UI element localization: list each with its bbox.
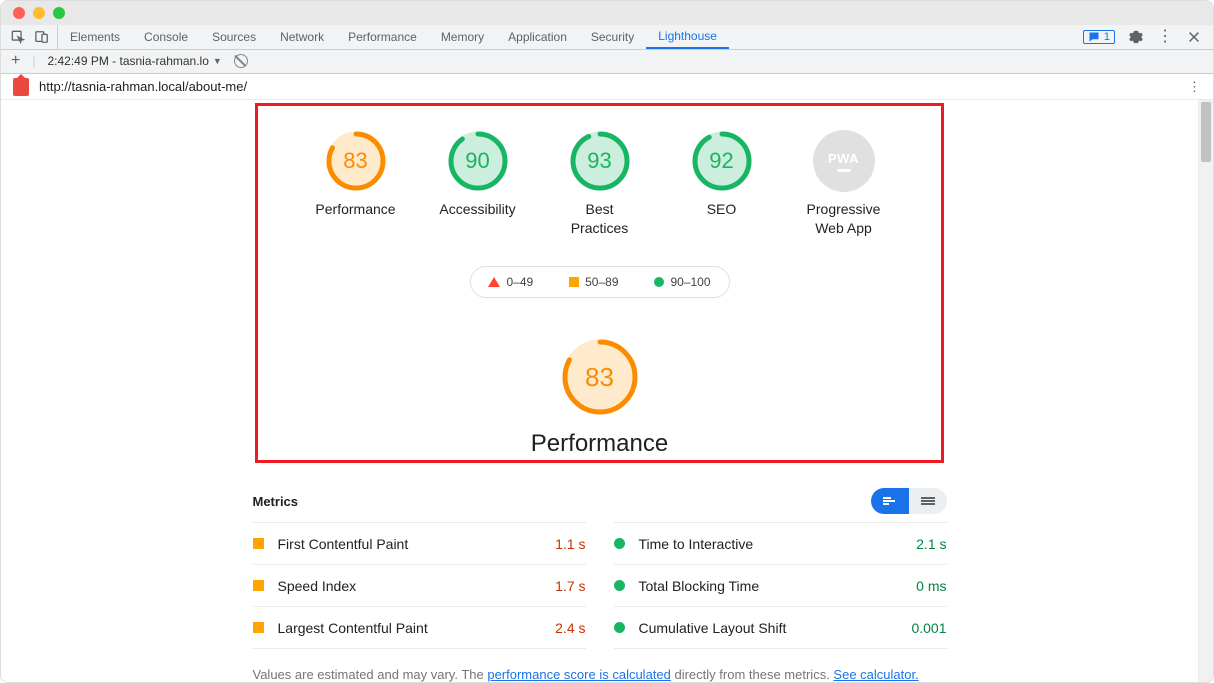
metric-value: 2.4 s	[555, 620, 585, 636]
metrics-footnote: Values are estimated and may vary. The p…	[253, 667, 947, 682]
gauge-label: BestPractices	[571, 200, 629, 238]
metric-row: Total Blocking Time 0 ms	[614, 564, 947, 606]
gauge-label: SEO	[707, 200, 737, 219]
devtools-tab-application[interactable]: Application	[496, 25, 579, 49]
issues-count: 1	[1104, 31, 1110, 43]
new-report-button[interactable]: +	[11, 52, 20, 70]
gauge-best-practices[interactable]: 93 BestPractices	[558, 130, 642, 238]
metric-name: Largest Contentful Paint	[278, 620, 556, 636]
devtools-tab-memory[interactable]: Memory	[429, 25, 496, 49]
lighthouse-report: 83 Performance 90 Accessibility 93 BestP…	[1, 100, 1198, 682]
devtools-tab-lighthouse[interactable]: Lighthouse	[646, 25, 729, 49]
circle-icon	[654, 277, 664, 287]
inspect-element-icon[interactable]	[11, 30, 25, 44]
see-calculator-link[interactable]: See calculator.	[833, 667, 918, 682]
clear-report-icon[interactable]	[234, 54, 248, 68]
metric-value: 1.7 s	[555, 578, 585, 594]
report-selector[interactable]: 2:42:49 PM - tasnia-rahman.lo ▼	[47, 54, 221, 68]
legend-pass: 90–100	[654, 275, 710, 289]
report-selector-label: 2:42:49 PM - tasnia-rahman.lo	[47, 54, 208, 68]
gauge-performance[interactable]: 83 Performance	[314, 130, 398, 238]
window-zoom-icon[interactable]	[53, 7, 65, 19]
metric-value: 0 ms	[916, 578, 946, 594]
metric-name: Cumulative Layout Shift	[639, 620, 912, 636]
devtools-tab-list: ElementsConsoleSourcesNetworkPerformance…	[58, 25, 729, 49]
status-indicator-icon	[614, 622, 625, 633]
view-toggle-collapsed[interactable]	[871, 488, 909, 514]
devtools-tab-console[interactable]: Console	[132, 25, 200, 49]
metric-row: First Contentful Paint 1.1 s	[253, 522, 586, 564]
issues-badge[interactable]: 1	[1083, 30, 1115, 44]
view-toggle-expanded[interactable]	[909, 488, 947, 514]
close-devtools-icon[interactable]	[1187, 30, 1201, 44]
metrics-heading: Metrics	[253, 494, 299, 509]
window-titlebar	[1, 1, 1213, 25]
metrics-column-left: First Contentful Paint 1.1 s Speed Index…	[253, 522, 586, 649]
square-icon	[569, 277, 579, 287]
status-indicator-icon	[614, 580, 625, 591]
window-minimize-icon[interactable]	[33, 7, 45, 19]
score-calc-link[interactable]: performance score is calculated	[487, 667, 671, 682]
message-icon	[1088, 31, 1100, 43]
performance-category-header: 83 Performance	[1, 338, 1198, 458]
lines-icon	[920, 496, 936, 506]
gauge-ring: 93	[569, 130, 631, 192]
kebab-menu-icon[interactable]: ⋮	[1157, 30, 1173, 44]
status-indicator-icon	[253, 580, 264, 591]
devtools-tab-performance[interactable]: Performance	[336, 25, 429, 49]
gauge-label: Performance	[315, 200, 395, 219]
gauge-accessibility[interactable]: 90 Accessibility	[436, 130, 520, 238]
bars-icon	[882, 496, 898, 506]
metrics-column-right: Time to Interactive 2.1 s Total Blocking…	[614, 522, 947, 649]
lighthouse-logo-icon	[13, 78, 29, 96]
gauge-label: Progressive Web App	[807, 200, 881, 238]
metrics-view-toggle	[871, 488, 947, 514]
metric-row: Time to Interactive 2.1 s	[614, 522, 947, 564]
devtools-tab-network[interactable]: Network	[268, 25, 336, 49]
settings-gear-icon[interactable]	[1129, 30, 1143, 44]
metric-row: Cumulative Layout Shift 0.001	[614, 606, 947, 648]
chevron-down-icon: ▼	[213, 56, 222, 66]
gauge-pwa[interactable]: PWA Progressive Web App	[802, 130, 886, 238]
status-indicator-icon	[253, 622, 264, 633]
scrollbar-thumb[interactable]	[1201, 102, 1211, 162]
devtools-tab-security[interactable]: Security	[579, 25, 646, 49]
metric-name: Speed Index	[278, 578, 556, 594]
devtools-tab-elements[interactable]: Elements	[58, 25, 132, 49]
metric-row: Largest Contentful Paint 2.4 s	[253, 606, 586, 648]
score-legend: 0–49 50–89 90–100	[470, 266, 730, 298]
devtools-tab-sources[interactable]: Sources	[200, 25, 268, 49]
legend-fail: 0–49	[488, 275, 533, 289]
gauge-ring: 92	[691, 130, 753, 192]
vertical-scrollbar[interactable]	[1198, 100, 1213, 682]
report-url-bar: http://tasnia-rahman.local/about-me/ ⋮	[1, 74, 1213, 100]
performance-big-gauge: 83	[561, 338, 639, 416]
legend-average: 50–89	[569, 275, 618, 289]
report-menu-icon[interactable]: ⋮	[1188, 79, 1201, 95]
status-indicator-icon	[614, 538, 625, 549]
status-indicator-icon	[253, 538, 264, 549]
triangle-icon	[488, 277, 500, 287]
gauge-ring: 90	[447, 130, 509, 192]
window-close-icon[interactable]	[13, 7, 25, 19]
metric-value: 2.1 s	[916, 536, 946, 552]
audited-url: http://tasnia-rahman.local/about-me/	[39, 79, 247, 94]
metric-name: Time to Interactive	[639, 536, 917, 552]
devtools-tabstrip: ElementsConsoleSourcesNetworkPerformance…	[1, 25, 1213, 50]
pwa-badge-icon: PWA	[813, 130, 875, 192]
performance-title: Performance	[1, 430, 1198, 458]
gauge-label: Accessibility	[439, 200, 515, 219]
metric-row: Speed Index 1.7 s	[253, 564, 586, 606]
metric-value: 1.1 s	[555, 536, 585, 552]
metric-name: First Contentful Paint	[278, 536, 556, 552]
lighthouse-toolbar: + | 2:42:49 PM - tasnia-rahman.lo ▼	[1, 50, 1213, 74]
score-gauges-row: 83 Performance 90 Accessibility 93 BestP…	[1, 100, 1198, 244]
gauge-seo[interactable]: 92 SEO	[680, 130, 764, 238]
devtools-window: ElementsConsoleSourcesNetworkPerformance…	[0, 0, 1214, 683]
gauge-ring: 83	[325, 130, 387, 192]
metrics-section: Metrics First Contentful Paint 1.1 s	[253, 488, 947, 682]
device-toggle-icon[interactable]	[35, 30, 49, 44]
metric-value: 0.001	[911, 620, 946, 636]
metric-name: Total Blocking Time	[639, 578, 917, 594]
